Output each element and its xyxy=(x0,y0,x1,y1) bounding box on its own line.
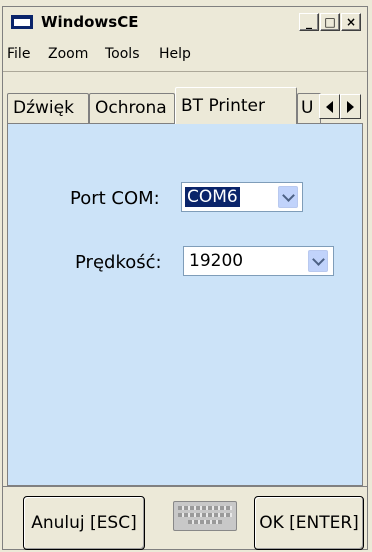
tab-bt-printer[interactable]: BT Printer xyxy=(175,87,297,124)
cancel-button[interactable]: Anuluj [ESC] xyxy=(23,496,145,550)
menu-zoom[interactable]: Zoom xyxy=(48,46,88,62)
arrow-right-icon xyxy=(347,100,354,113)
chevron-down-icon xyxy=(281,188,295,202)
maximize-button[interactable]: □ xyxy=(320,13,340,31)
window-title: WindowsCE xyxy=(41,13,139,31)
tab-dzwiek[interactable]: Dźwięk xyxy=(7,93,89,123)
title-bar[interactable]: WindowsCE _ □ × xyxy=(3,7,367,37)
port-com-label: Port COM: xyxy=(70,188,160,209)
app-window: WindowsCE _ □ × File Zoom Tools Help Dźw… xyxy=(2,6,368,550)
keyboard-icon[interactable] xyxy=(173,501,237,531)
menu-divider xyxy=(3,71,367,72)
speed-value: 19200 xyxy=(189,251,244,271)
bottom-divider xyxy=(3,486,367,487)
chevron-down-icon xyxy=(311,252,325,266)
tab-scroll-right-button[interactable] xyxy=(340,94,361,119)
menu-tools[interactable]: Tools xyxy=(105,46,140,62)
speed-label: Prędkość: xyxy=(75,252,162,273)
keyboard-spacebar xyxy=(188,520,222,524)
port-com-select[interactable]: COM6 xyxy=(181,182,303,212)
tab-u[interactable]: U xyxy=(297,93,321,123)
tab-scroll-left-button[interactable] xyxy=(319,94,340,119)
ok-button[interactable]: OK [ENTER] xyxy=(254,496,364,550)
menu-help[interactable]: Help xyxy=(159,46,191,62)
close-button[interactable]: × xyxy=(341,13,361,31)
keyboard-keys-row xyxy=(178,506,232,510)
menu-bar: File Zoom Tools Help xyxy=(3,40,367,68)
port-com-value: COM6 xyxy=(184,186,241,208)
speed-dropdown-button[interactable] xyxy=(308,250,328,272)
port-com-dropdown-button[interactable] xyxy=(278,186,298,208)
menu-file[interactable]: File xyxy=(7,46,30,62)
minimize-button[interactable]: _ xyxy=(299,13,319,31)
settings-panel: Port COM: COM6 Prędkość: 19200 xyxy=(7,123,363,486)
window-icon xyxy=(11,15,33,29)
speed-select[interactable]: 19200 xyxy=(183,246,334,276)
keyboard-keys-row xyxy=(178,513,232,517)
tab-ochrona[interactable]: Ochrona xyxy=(89,93,175,123)
arrow-left-icon xyxy=(326,100,333,113)
